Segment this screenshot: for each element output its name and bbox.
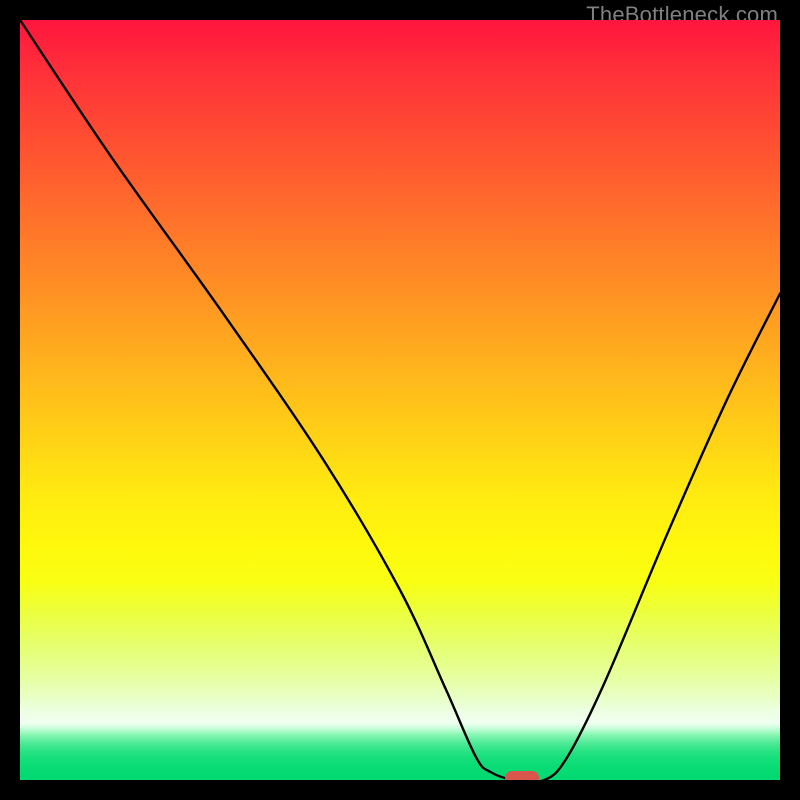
- bottleneck-curve: [20, 20, 780, 780]
- optimal-marker: [505, 771, 539, 780]
- chart-frame: TheBottleneck.com: [0, 0, 800, 800]
- curve-path: [20, 20, 780, 780]
- plot-area: [20, 20, 780, 780]
